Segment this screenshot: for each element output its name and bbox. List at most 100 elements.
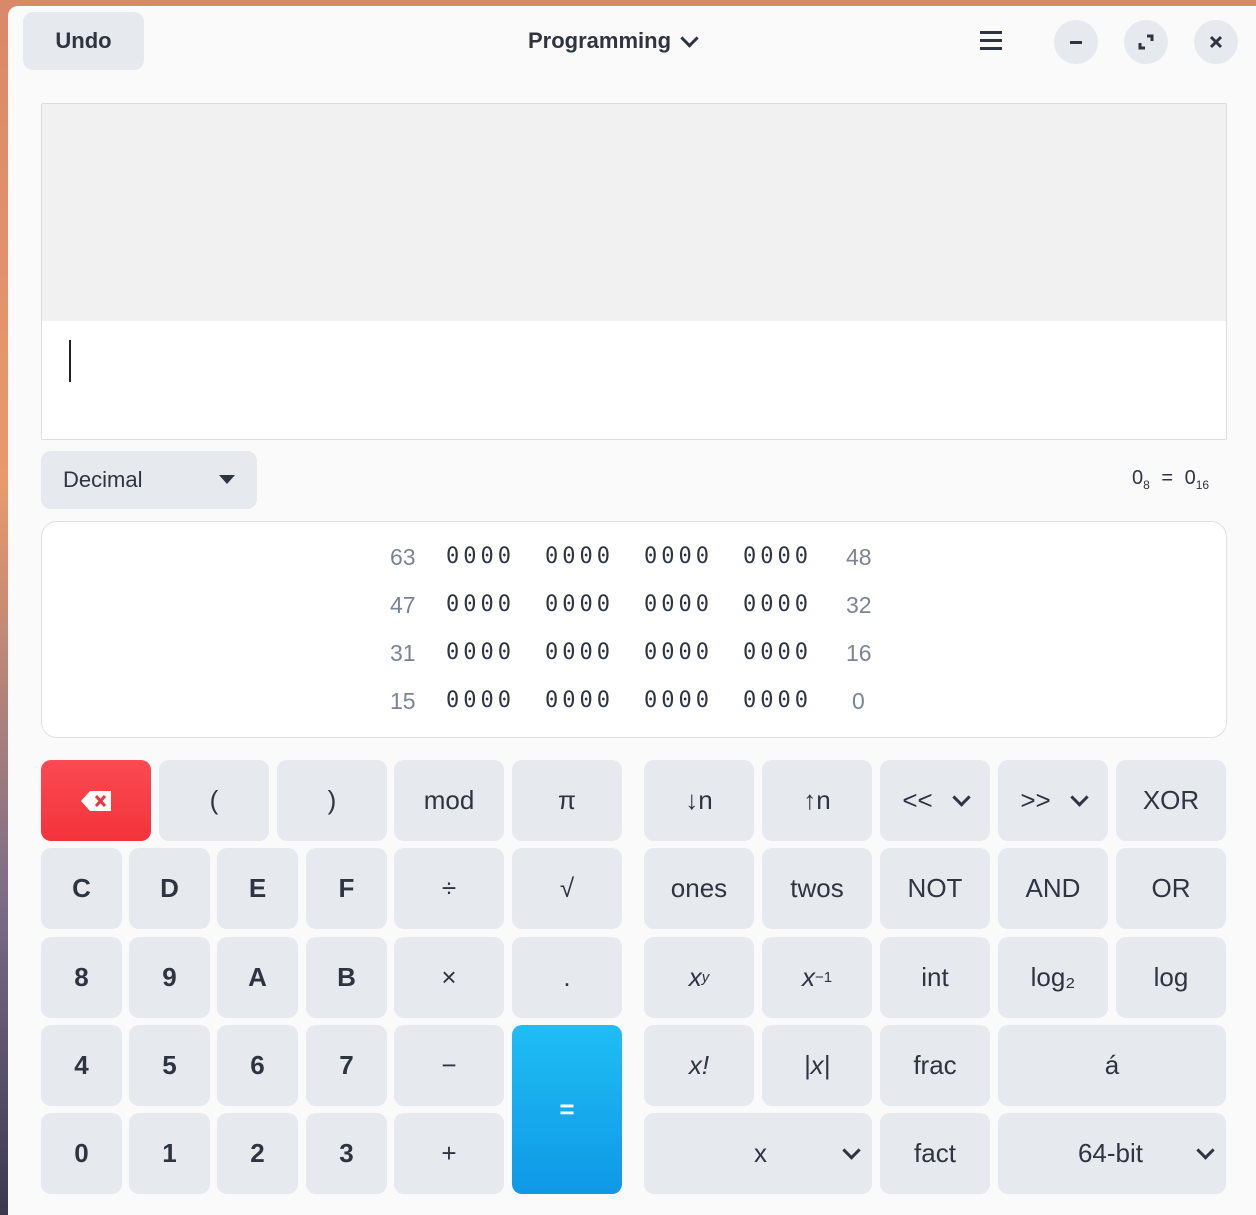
- minimize-icon: [1070, 40, 1082, 44]
- power-button[interactable]: xy: [644, 937, 754, 1018]
- inverse-base: x: [801, 962, 815, 992]
- bit-group[interactable]: 0000: [644, 544, 713, 569]
- digit-9-button[interactable]: 9: [129, 937, 210, 1018]
- word-size-label: 64-bit: [1077, 1138, 1143, 1168]
- fraction-button[interactable]: frac: [880, 1025, 990, 1106]
- shift-right-button[interactable]: >>: [998, 760, 1108, 841]
- decimal-point-button[interactable]: .: [512, 937, 622, 1018]
- minimize-button[interactable]: [1054, 20, 1098, 64]
- pi-button[interactable]: π: [512, 760, 622, 841]
- shift-down-button[interactable]: ↓n: [644, 760, 754, 841]
- factorial-symbol-button[interactable]: x!: [644, 1025, 754, 1106]
- bit-index-low: 16: [846, 640, 872, 666]
- digit-5-button[interactable]: 5: [129, 1025, 210, 1106]
- close-button[interactable]: [1194, 20, 1238, 64]
- octal-value: 0: [1132, 467, 1144, 489]
- fact-button[interactable]: fact: [880, 1113, 990, 1194]
- power-base: x: [688, 962, 702, 992]
- multiply-button[interactable]: ×: [394, 937, 504, 1018]
- bit-index-high: 15: [390, 688, 416, 714]
- digit-1-button[interactable]: 1: [129, 1113, 210, 1194]
- bit-group[interactable]: 0000: [446, 640, 515, 665]
- digit-c-button[interactable]: C: [41, 848, 122, 929]
- bit-group[interactable]: 0000: [446, 544, 515, 569]
- bit-group[interactable]: 0000: [743, 544, 812, 569]
- int-button[interactable]: int: [880, 937, 990, 1018]
- bit-group[interactable]: 0000: [545, 640, 614, 665]
- bit-index-low: 32: [846, 592, 872, 618]
- bit-row: 15 0000 0000 0000 0000 0: [42, 688, 1226, 718]
- not-button[interactable]: NOT: [880, 848, 990, 929]
- log-button[interactable]: log: [1116, 937, 1226, 1018]
- twos-complement-button[interactable]: twos: [762, 848, 872, 929]
- shift-up-button[interactable]: ↑n: [762, 760, 872, 841]
- history-view: [42, 104, 1226, 321]
- chevron-down-icon: [680, 28, 699, 48]
- bit-group[interactable]: 0000: [644, 688, 713, 713]
- maximize-icon: [1138, 34, 1154, 50]
- bit-group[interactable]: 0000: [644, 640, 713, 665]
- digit-3-button[interactable]: 3: [306, 1113, 387, 1194]
- bit-group[interactable]: 0000: [545, 688, 614, 713]
- shift-left-button[interactable]: <<: [880, 760, 990, 841]
- digit-f-button[interactable]: F: [306, 848, 387, 929]
- digit-2-button[interactable]: 2: [217, 1113, 298, 1194]
- bit-group[interactable]: 0000: [446, 592, 515, 617]
- subtract-button[interactable]: −: [394, 1025, 504, 1106]
- number-base-dropdown[interactable]: Decimal: [41, 451, 257, 509]
- display-area[interactable]: [41, 103, 1227, 440]
- equals-sign: =: [1161, 467, 1174, 489]
- bit-row: 31 0000 0000 0000 0000 16: [42, 640, 1226, 670]
- bit-group[interactable]: 0000: [743, 592, 812, 617]
- variable-x-dropdown[interactable]: x: [644, 1113, 872, 1194]
- close-paren-button[interactable]: ): [277, 760, 387, 841]
- dropdown-arrow-icon: [219, 475, 235, 484]
- square-root-button[interactable]: √: [512, 848, 622, 929]
- log2-button[interactable]: log ₂: [998, 937, 1108, 1018]
- bit-index-high: 63: [390, 544, 416, 570]
- mode-label: Programming: [528, 28, 672, 53]
- add-button[interactable]: +: [394, 1113, 504, 1194]
- word-size-dropdown[interactable]: 64-bit: [998, 1113, 1226, 1194]
- xor-button[interactable]: XOR: [1116, 760, 1226, 841]
- chevron-down-icon: [951, 788, 971, 807]
- log2-label: log: [1030, 962, 1066, 992]
- divide-button[interactable]: ÷: [394, 848, 504, 929]
- digit-4-button[interactable]: 4: [41, 1025, 122, 1106]
- insert-character-button[interactable]: á: [998, 1025, 1226, 1106]
- and-button[interactable]: AND: [998, 848, 1108, 929]
- bit-group[interactable]: 0000: [743, 640, 812, 665]
- bit-row: 63 0000 0000 0000 0000 48: [42, 544, 1226, 574]
- ones-complement-button[interactable]: ones: [644, 848, 754, 929]
- mode-menu-button[interactable]: Programming: [528, 24, 738, 58]
- bit-group[interactable]: 0000: [644, 592, 713, 617]
- power-exponent: y: [701, 969, 710, 986]
- undo-button[interactable]: Undo: [23, 12, 144, 70]
- bit-group[interactable]: 0000: [446, 688, 515, 713]
- digit-8-button[interactable]: 8: [41, 937, 122, 1018]
- digit-0-button[interactable]: 0: [41, 1113, 122, 1194]
- absolute-value-button[interactable]: |x|: [762, 1025, 872, 1106]
- digit-6-button[interactable]: 6: [217, 1025, 298, 1106]
- digit-e-button[interactable]: E: [217, 848, 298, 929]
- input-field[interactable]: [42, 321, 1226, 439]
- bit-index-low: 0: [852, 688, 865, 714]
- equals-button[interactable]: =: [512, 1025, 622, 1194]
- bit-group[interactable]: 0000: [545, 592, 614, 617]
- maximize-button[interactable]: [1124, 20, 1168, 64]
- mod-button[interactable]: mod: [394, 760, 504, 841]
- bit-row: 47 0000 0000 0000 0000 32: [42, 592, 1226, 622]
- open-paren-button[interactable]: (: [159, 760, 269, 841]
- bit-group[interactable]: 0000: [545, 544, 614, 569]
- base-conversion-readout: 08 = 016: [1132, 467, 1209, 492]
- digit-d-button[interactable]: D: [129, 848, 210, 929]
- digit-b-button[interactable]: B: [306, 937, 387, 1018]
- or-button[interactable]: OR: [1116, 848, 1226, 929]
- inverse-button[interactable]: x −1: [762, 937, 872, 1018]
- digit-a-button[interactable]: A: [217, 937, 298, 1018]
- bit-group[interactable]: 0000: [743, 688, 812, 713]
- digit-7-button[interactable]: 7: [306, 1025, 387, 1106]
- backspace-button[interactable]: [41, 760, 151, 841]
- inverse-exponent: −1: [814, 969, 833, 986]
- hamburger-menu-icon[interactable]: [980, 30, 1002, 50]
